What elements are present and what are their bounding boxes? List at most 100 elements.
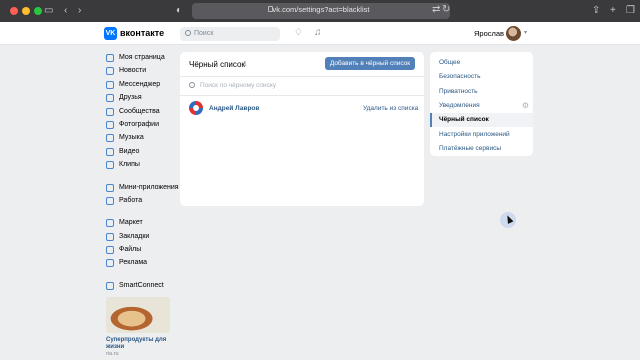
sidebar-item-label: Работа — [119, 196, 143, 204]
settings-menu-item[interactable]: Настройки приложений — [430, 128, 533, 142]
sidebar-item[interactable]: Мессенджер — [106, 79, 176, 92]
work-icon — [106, 196, 114, 205]
settings-menu-item[interactable]: Чёрный список — [430, 113, 533, 128]
translate-icon[interactable]: ⇄ — [432, 3, 440, 17]
blacklist-search-input[interactable]: Поиск по чёрному списку — [200, 82, 276, 89]
sidebar-item-label: Мини-приложения — [119, 183, 179, 191]
sidebar-item[interactable]: Сообщества — [106, 106, 176, 119]
settings-menu-item[interactable]: Платёжные сервисы — [430, 142, 533, 156]
sidebar-item[interactable]: Мини-приложения — [106, 182, 179, 195]
sidebar-item-label: Музыка — [119, 134, 144, 142]
sidebar-item-label: Друзья — [119, 94, 142, 102]
news-icon — [106, 67, 114, 76]
blacklist-card: Чёрный список 1 Добавить в чёрный список… — [180, 52, 424, 206]
settings-menu-item[interactable]: Уведомления ⚙ — [430, 99, 533, 113]
market-icon — [106, 219, 114, 228]
sidebar-item[interactable]: Клипы — [106, 159, 176, 172]
share-icon[interactable]: ⇪ — [592, 4, 600, 18]
sidebar-item[interactable]: Закладки — [106, 231, 176, 244]
page-title: Чёрный список — [189, 60, 245, 69]
settings-menu-label: Уведомления — [439, 101, 480, 109]
music-note-icon[interactable]: ♫ — [314, 27, 322, 38]
sidebar-item-label: SmartConnect — [119, 281, 164, 289]
sidebar-item-label: Новости — [119, 67, 147, 75]
sidebar-toggle-icon[interactable]: ▭ — [44, 4, 53, 18]
chevron-down-icon[interactable]: ▾ — [524, 29, 527, 36]
sidebar-item-label: Клипы — [119, 161, 140, 169]
site-header: VK вконтакте Поиск ♢ ♫ Ярослав ▾ — [0, 22, 640, 45]
address-bar[interactable]: vk.com/settings?act=blacklist — [192, 3, 450, 19]
settings-menu-item[interactable]: Приватность — [430, 85, 533, 99]
tab-overview-icon[interactable]: ❐ — [626, 4, 635, 18]
back-arrow-icon[interactable]: ‹ — [64, 4, 67, 18]
sidebar-item[interactable]: Видео — [106, 146, 176, 159]
sidebar-item[interactable]: Фотографии — [106, 119, 176, 132]
search-placeholder: Поиск — [194, 30, 214, 37]
sidebar-item-label: Файлы — [119, 246, 142, 254]
vk-logo-icon[interactable]: VK — [104, 27, 117, 40]
files-icon — [106, 246, 114, 255]
left-navigation: Моя страница Новости Мессенджер Друзья Сообщ… — [106, 52, 179, 293]
blocked-user-avatar[interactable] — [189, 101, 203, 115]
sidebar-item[interactable]: Музыка — [106, 132, 176, 145]
clips-icon — [106, 161, 114, 170]
sidebar-item-label: Реклама — [119, 259, 148, 267]
promo-image[interactable] — [106, 297, 170, 333]
sidebar-item[interactable]: Новости — [106, 65, 176, 78]
new-tab-icon[interactable]: + — [610, 4, 616, 18]
settings-menu-label: Настройки приложений — [439, 130, 510, 138]
sidebar-item-label: Маркет — [119, 219, 143, 227]
friends-icon — [106, 94, 114, 103]
settings-menu-item[interactable]: Общее — [430, 56, 533, 70]
brand-name[interactable]: вконтакте — [120, 28, 164, 38]
url-text: vk.com/settings?act=blacklist — [272, 5, 370, 14]
search-icon — [185, 30, 191, 36]
reload-icon[interactable]: ↻ — [442, 3, 450, 17]
minimize-window-button[interactable] — [22, 7, 30, 15]
add-to-blacklist-button[interactable]: Добавить в чёрный список — [325, 57, 415, 70]
settings-menu: Общее Безопасность Приватность Уведомления ⚙… — [430, 52, 533, 156]
privacy-shield-icon[interactable]: ◐ — [176, 4, 182, 18]
close-window-button[interactable] — [10, 7, 18, 15]
sidebar-item[interactable]: Друзья — [106, 92, 176, 105]
photos-icon — [106, 120, 114, 129]
settings-menu-label: Приватность — [439, 87, 478, 95]
video-icon — [106, 147, 114, 156]
zoom-window-button[interactable] — [34, 7, 42, 15]
sidebar-item-label: Закладки — [119, 232, 150, 240]
search-input[interactable]: Поиск — [180, 27, 280, 41]
sidebar-item[interactable]: Работа — [106, 195, 176, 208]
blocked-user-name[interactable]: Андрей Лавров — [209, 105, 259, 112]
sidebar-item[interactable]: SmartConnect — [106, 280, 176, 293]
divider — [180, 95, 424, 96]
search-icon — [189, 82, 195, 88]
gear-icon[interactable]: ⚙ — [522, 101, 529, 110]
settings-menu-label: Безопасность — [439, 73, 481, 81]
sidebar-item[interactable]: Моя страница — [106, 52, 176, 65]
settings-menu-label: Платёжные сервисы — [439, 144, 502, 152]
forward-arrow-icon[interactable]: › — [78, 4, 81, 18]
sidebar-item[interactable]: Файлы — [106, 244, 176, 257]
blacklist-count: 1 — [243, 61, 247, 68]
home-icon — [106, 54, 114, 62]
promo-title[interactable]: Суперпродукты для жизни — [106, 337, 176, 351]
sidebar-item-label: Моя страница — [119, 54, 165, 61]
user-avatar[interactable] — [506, 26, 521, 41]
notifications-bell-icon[interactable]: ♢ — [294, 27, 303, 38]
sidebar-item-label: Видео — [119, 147, 140, 155]
music-icon — [106, 134, 114, 143]
sidebar-item[interactable]: Маркет — [106, 217, 176, 230]
sidebar-item-label: Фотографии — [119, 120, 160, 128]
settings-menu-item[interactable]: Безопасность — [430, 70, 533, 84]
bookmarks-icon — [106, 232, 114, 241]
sidebar-item-label: Мессенджер — [119, 80, 161, 88]
sidebar-item[interactable]: Реклама — [106, 257, 176, 270]
communities-icon — [106, 107, 114, 116]
remove-from-list-link[interactable]: Удалить из списка — [363, 105, 418, 112]
divider — [180, 76, 424, 77]
smartconnect-icon — [106, 281, 114, 290]
user-name[interactable]: Ярослав — [474, 29, 504, 38]
sidebar-item-label: Сообщества — [119, 107, 160, 115]
